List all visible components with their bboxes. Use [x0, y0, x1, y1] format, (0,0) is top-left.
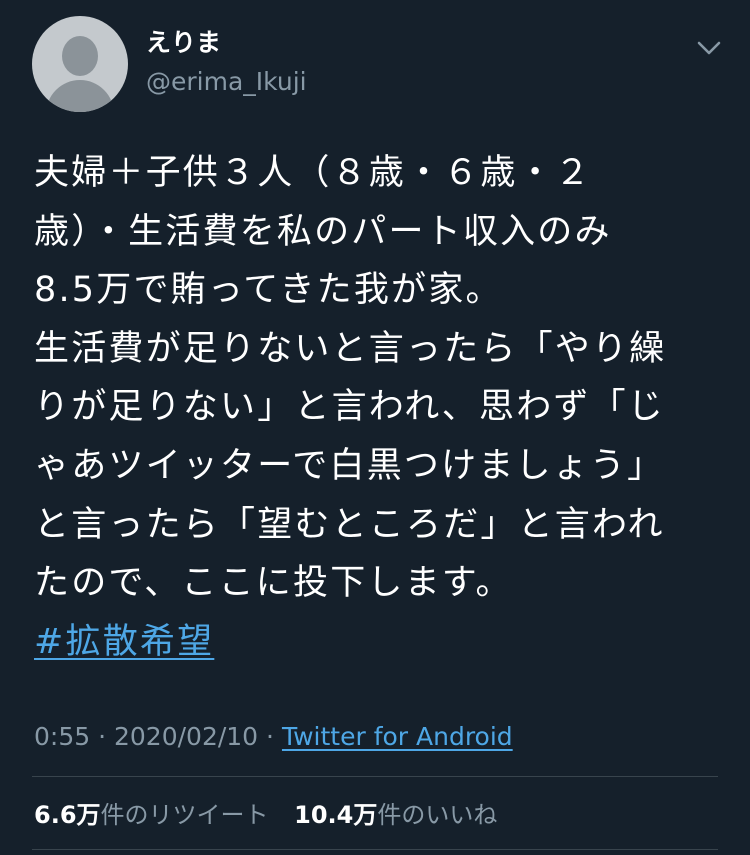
likes-label: 件のいいね — [377, 801, 498, 829]
chevron-down-icon[interactable] — [694, 36, 724, 60]
meta-separator: · — [98, 722, 107, 751]
tweet-stats: 6.6万件のリツイート 10.4万件のいいね — [34, 799, 497, 831]
likes-stat[interactable]: 10.4万件のいいね — [294, 799, 497, 831]
retweets-stat[interactable]: 6.6万件のリツイート — [34, 799, 269, 831]
tweet-text-line: たので、ここに投下します。 — [34, 563, 513, 604]
tweet-time: 0:55 — [34, 722, 91, 751]
avatar-head-shape — [62, 36, 98, 76]
divider — [32, 849, 718, 850]
tweet-meta: 0:55 · 2020/02/10 · Twitter for Android — [34, 721, 513, 753]
tweet-text-line: りが足りない」と言われ、思わず「じ — [34, 387, 666, 428]
tweet-date[interactable]: 2020/02/10 — [114, 722, 258, 751]
avatar-body-shape — [46, 80, 114, 112]
tweet-text-line: 夫婦＋子供３人（８歳・６歳・２ — [34, 153, 593, 193]
tweet-text-line: 生活費が足りないと言ったら「やり繰 — [34, 328, 667, 369]
tweet-text-line: 歳）・生活費を私のパート収入のみ — [34, 211, 612, 252]
hashtag-link[interactable]: #拡散希望 — [34, 622, 214, 662]
tweet-card: えりま @erima_Ikuji 夫婦＋子供３人（８歳・６歳・２ 歳）・生活費を… — [0, 0, 750, 855]
avatar[interactable] — [32, 16, 128, 112]
tweet-text-line: 8.5万で賄ってきた我が家。 — [34, 270, 503, 311]
tweet-source-link[interactable]: Twitter for Android — [282, 722, 513, 751]
likes-count: 10.4万 — [294, 801, 378, 829]
user-handle[interactable]: @erima_Ikuji — [146, 69, 307, 94]
divider — [32, 776, 718, 777]
retweets-label: 件のリツイート — [100, 801, 269, 829]
tweet-text: 夫婦＋子供３人（８歳・６歳・２ 歳）・生活費を私のパート収入のみ 8.5万で賄っ… — [34, 144, 724, 671]
display-name[interactable]: えりま — [146, 30, 221, 55]
tweet-text-line: と言ったら「望むところだ」と言われ — [34, 504, 665, 545]
tweet-hashtag-line: #拡散希望 — [34, 613, 724, 672]
meta-separator: · — [266, 722, 274, 751]
tweet-text-line: ゃあツイッターで白黒つけましょう」 — [34, 445, 665, 486]
retweets-count: 6.6万 — [34, 801, 101, 829]
